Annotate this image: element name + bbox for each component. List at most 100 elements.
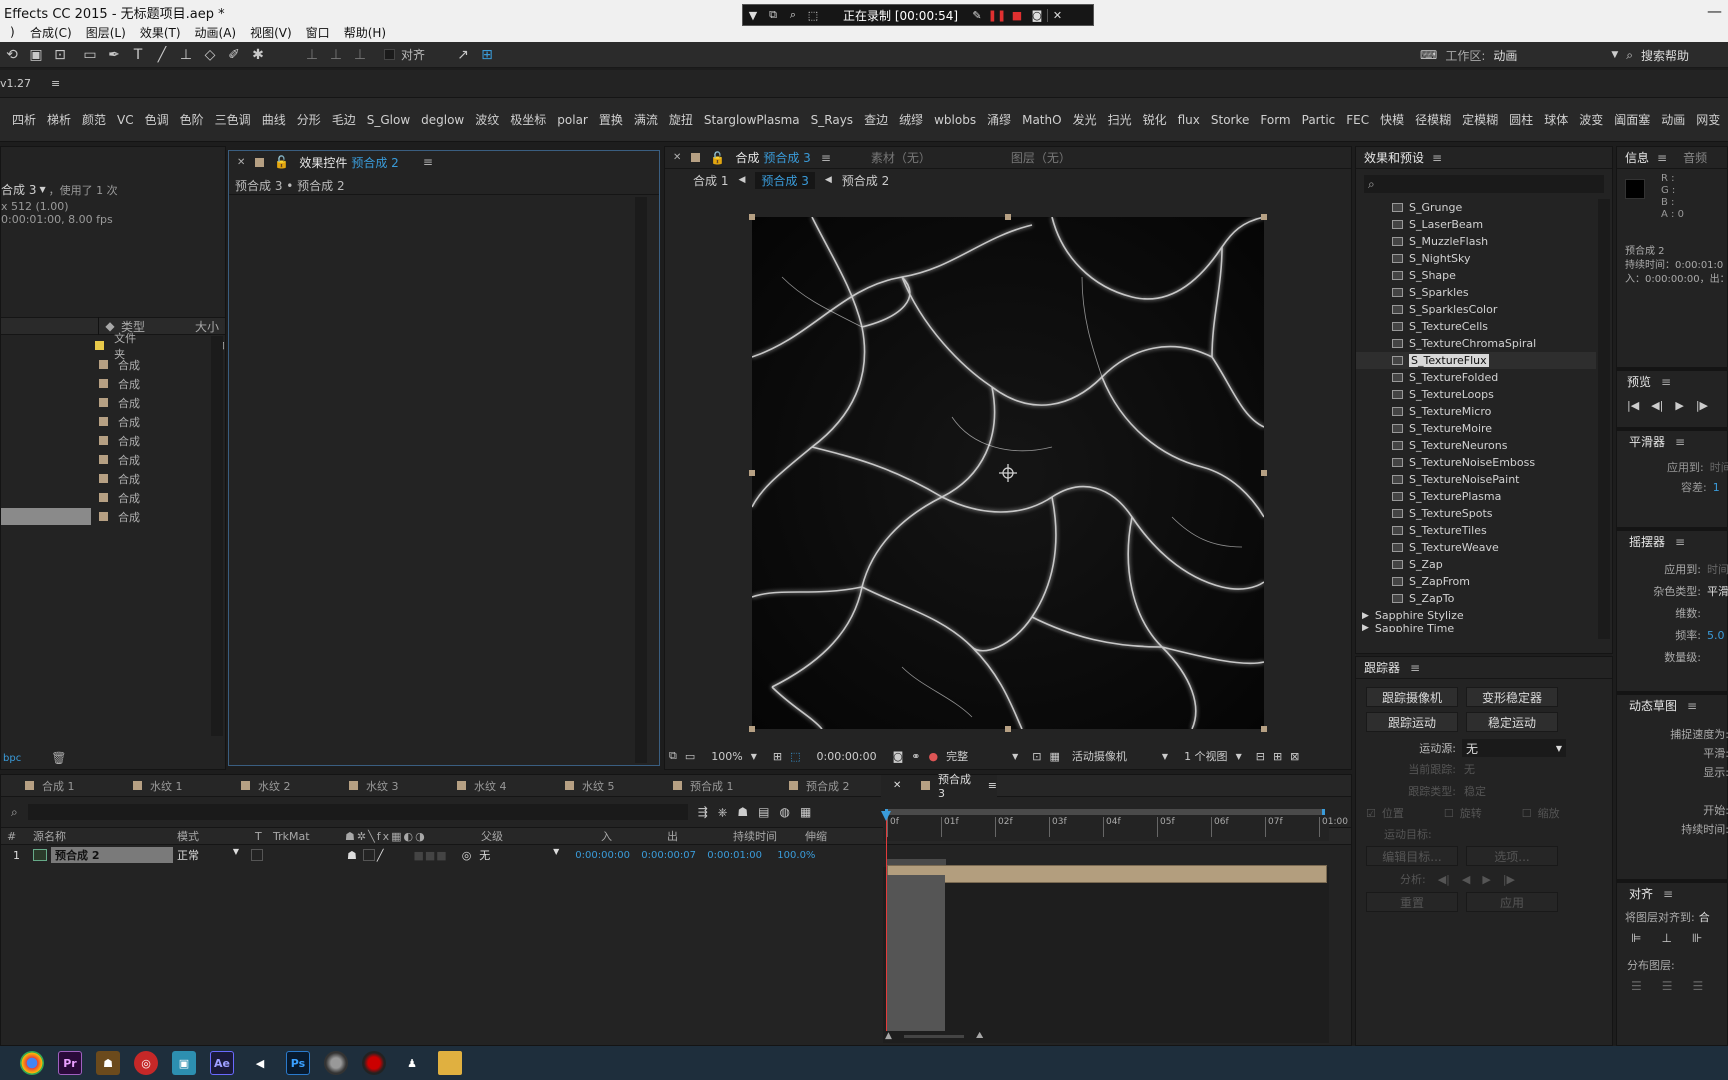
zoom-slider[interactable] — [903, 1034, 964, 1038]
project-item[interactable]: 合成 — [1, 450, 225, 469]
item-name-cell[interactable] — [1, 394, 91, 411]
project-item[interactable]: 合成 — [1, 431, 225, 450]
chevron-down-icon[interactable]: ▼ — [39, 185, 45, 194]
zoom-value[interactable]: 100% — [711, 750, 742, 763]
item-name-cell[interactable] — [1, 508, 91, 525]
menu-icon[interactable]: ≡ — [1663, 887, 1673, 901]
nav-precomp-2[interactable]: 预合成 2 — [842, 172, 889, 189]
menu-icon[interactable]: ≡ — [1675, 435, 1685, 449]
item-name-cell[interactable] — [1, 470, 91, 487]
chevron-down-icon[interactable]: ▼ — [1162, 752, 1168, 761]
align-hcenter-icon[interactable]: ⊥ — [1661, 931, 1671, 945]
close-icon[interactable]: ✕ — [237, 157, 245, 168]
chevron-down-icon[interactable]: ▼ — [1611, 50, 1618, 60]
app-e-icon[interactable] — [362, 1051, 386, 1075]
effect-preset-button[interactable]: FEC — [1346, 113, 1369, 127]
edit-target-button[interactable]: 编辑目标... — [1366, 846, 1458, 866]
menu-item[interactable]: ) — [10, 25, 16, 39]
item-name-cell[interactable] — [1, 375, 91, 392]
collapse-switch-icon[interactable] — [362, 849, 375, 861]
composition-tab[interactable]: 合成 — [735, 149, 759, 166]
effect-item[interactable]: S_TextureMoire — [1356, 420, 1596, 437]
zoom-icon[interactable]: ⌕ — [783, 8, 803, 22]
analyze-backward-icon[interactable]: ◀ — [1462, 873, 1470, 886]
bpc-label[interactable]: bpc — [3, 753, 21, 764]
effects-search[interactable]: ⌕ — [1364, 175, 1604, 193]
label-column[interactable]: # — [1, 830, 33, 843]
layer-tab[interactable]: 图层（无） — [1011, 149, 1071, 166]
effect-preset-button[interactable]: StarglowPlasma — [704, 113, 800, 127]
next-frame-icon[interactable]: |▶ — [1696, 399, 1708, 412]
dropdown-icon[interactable]: ▼ — [743, 9, 763, 22]
eraser-tool-icon[interactable]: ◇ — [198, 44, 222, 66]
effect-item[interactable]: S_TextureMicro — [1356, 403, 1596, 420]
analyze-back-frame-icon[interactable]: ◀| — [1438, 873, 1450, 886]
roi-icon[interactable]: ⊡ — [1032, 750, 1041, 763]
app-b-icon[interactable]: ◎ — [134, 1051, 158, 1075]
fit-icon[interactable]: ⊞ — [773, 750, 782, 763]
parent-pickwhip-icon[interactable]: ◎ — [462, 849, 472, 862]
camera-tool-icon[interactable]: ▣ — [24, 44, 48, 66]
draft-3d-icon[interactable]: ⎈ — [718, 805, 728, 820]
menu-icon[interactable]: ≡ — [1675, 535, 1685, 549]
effect-item[interactable]: S_TextureNoisePaint — [1356, 471, 1596, 488]
duration-column[interactable]: 持续时间 — [733, 828, 805, 844]
effect-item[interactable]: S_TexturePlasma — [1356, 488, 1596, 505]
item-name-cell[interactable] — [1, 413, 91, 430]
app-c-icon[interactable]: ▣ — [172, 1051, 196, 1075]
noise-type-value[interactable]: 平滑 — [1707, 581, 1728, 603]
effect-item[interactable]: S_TextureSpots — [1356, 505, 1596, 522]
project-scrollbar[interactable] — [211, 336, 223, 736]
menu-icon[interactable]: ≡ — [1661, 375, 1671, 389]
menu-layer[interactable]: 图层(L) — [86, 24, 126, 41]
project-item[interactable]: 合成 — [1, 412, 225, 431]
transform-handle[interactable] — [1261, 726, 1267, 732]
parent-select[interactable]: 无 ▼ — [479, 847, 559, 863]
shy-switch-icon[interactable]: ☗ — [347, 849, 357, 862]
playhead[interactable] — [886, 815, 887, 1031]
camera-icon[interactable]: ◙ — [1027, 9, 1047, 22]
source-name-column[interactable]: 源名称 — [33, 828, 177, 844]
layer-stretch[interactable]: 100.0% — [777, 850, 827, 861]
effects-title[interactable]: 效果和预设 — [1364, 149, 1424, 166]
effect-preset-button[interactable]: 锐化 — [1143, 111, 1167, 128]
warp-stabilizer-button[interactable]: 变形稳定器 — [1466, 687, 1558, 707]
effect-item[interactable]: S_Zap — [1356, 556, 1596, 573]
time-ruler[interactable]: 0f 01f 02f 03f 04f 05f 06f 07f 01:00 — [883, 805, 1348, 841]
brush-tool-icon[interactable]: ╱ — [150, 44, 174, 66]
puppet-pin-icon[interactable]: ✱ — [246, 44, 270, 66]
scale-checkbox[interactable]: ☐ — [1522, 807, 1532, 820]
position-checkbox[interactable]: ☑ — [1366, 807, 1376, 820]
display-icon[interactable]: ▭ — [685, 750, 695, 763]
name-column[interactable] — [1, 317, 99, 335]
pen-tool-icon[interactable]: ✒ — [102, 44, 126, 66]
label-swatch[interactable] — [99, 512, 108, 521]
project-item[interactable]: 合成 — [1, 374, 225, 393]
item-name-cell[interactable] — [1, 432, 91, 449]
effect-preset-button[interactable]: 快模 — [1380, 111, 1404, 128]
close-icon[interactable]: ✕ — [1047, 8, 1067, 22]
track-camera-button[interactable]: 跟踪摄像机 — [1366, 687, 1458, 707]
menu-effect[interactable]: 效果(T) — [140, 24, 181, 41]
effect-preset-button[interactable]: 查边 — [864, 111, 888, 128]
effect-preset-button[interactable]: wblobs — [934, 113, 976, 127]
effect-group[interactable]: ▶ Sapphire Time — [1356, 624, 1596, 632]
effect-preset-button[interactable]: 发光 — [1073, 111, 1097, 128]
rotate-tool-icon[interactable]: ⟲ — [0, 44, 24, 66]
transform-handle[interactable] — [1005, 726, 1011, 732]
motion-blur-icon[interactable]: ◍ — [780, 805, 790, 819]
axis-local-icon[interactable]: ⊥ — [300, 44, 324, 66]
stretch-column[interactable]: 伸缩 — [805, 828, 865, 844]
nav-precomp-3[interactable]: 预合成 3 — [755, 171, 815, 189]
safe-zones-icon[interactable]: ⬚ — [790, 750, 800, 763]
audio-tab[interactable]: 音频 — [1683, 149, 1707, 166]
effect-preset-button[interactable]: 色调 — [145, 111, 169, 128]
item-name-cell[interactable] — [1, 451, 91, 468]
trash-icon[interactable]: 🗑 — [51, 751, 66, 765]
effect-preset-button[interactable]: 旋扭 — [669, 111, 693, 128]
comp-mini-flowchart-icon[interactable]: ⇶ — [698, 805, 708, 819]
timeline-track-area[interactable] — [883, 867, 1329, 1043]
project-item[interactable]: 合成 — [1, 507, 225, 526]
menu-icon[interactable]: ≡ — [988, 779, 997, 792]
region-icon[interactable]: ⧉ — [669, 749, 677, 763]
